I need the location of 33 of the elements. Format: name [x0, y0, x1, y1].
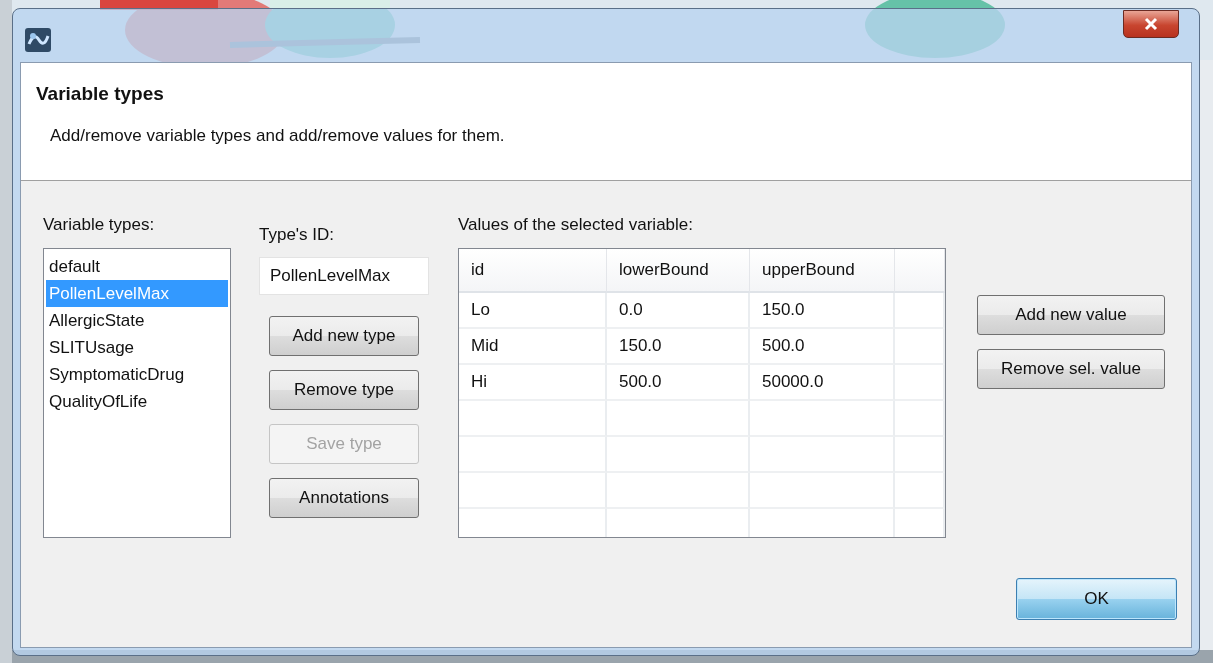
value-button[interactable]: Remove sel. value: [977, 349, 1165, 389]
close-button[interactable]: [1123, 10, 1179, 38]
list-item[interactable]: AllergicState: [46, 307, 228, 334]
list-item[interactable]: SLITUsage: [46, 334, 228, 361]
list-label: Variable types:: [43, 215, 156, 236]
ok-button[interactable]: OK: [1016, 578, 1177, 620]
type-button[interactable]: Add new type: [269, 316, 419, 356]
field-label: Type's ID:: [259, 225, 335, 246]
type-button[interactable]: Annotations: [269, 478, 419, 518]
dialog-description: Add/remove variable types and add/remove values for them.: [50, 126, 506, 146]
table-cell: 500.0: [750, 329, 895, 365]
value-button[interactable]: Add new value: [977, 295, 1165, 335]
table-cell: 500.0: [607, 365, 750, 401]
table-cell: Mid: [459, 329, 607, 365]
app-icon: [25, 28, 51, 52]
table-label: Values of the selected variable:: [458, 215, 694, 236]
dialog-title: Variable types: [36, 83, 165, 105]
type-id-field[interactable]: PollenLevelMax: [259, 257, 429, 295]
type-button[interactable]: Remove type: [269, 370, 419, 410]
list-item[interactable]: QualityOfLife: [46, 388, 228, 415]
list-item[interactable]: SymptomaticDrug: [46, 361, 228, 388]
table-cell: 150.0: [750, 293, 895, 329]
close-icon: [1143, 17, 1159, 31]
column-header: [895, 249, 945, 293]
column-header[interactable]: lowerBound: [607, 249, 750, 293]
table-cell: 150.0: [607, 329, 750, 365]
table-cell: Lo: [459, 293, 607, 329]
column-header[interactable]: upperBound: [750, 249, 895, 293]
table-cell: 0.0: [607, 293, 750, 329]
list-item[interactable]: default: [46, 253, 228, 280]
table-cell: Hi: [459, 365, 607, 401]
table-cell: 50000.0: [750, 365, 895, 401]
column-header[interactable]: id: [459, 249, 607, 293]
